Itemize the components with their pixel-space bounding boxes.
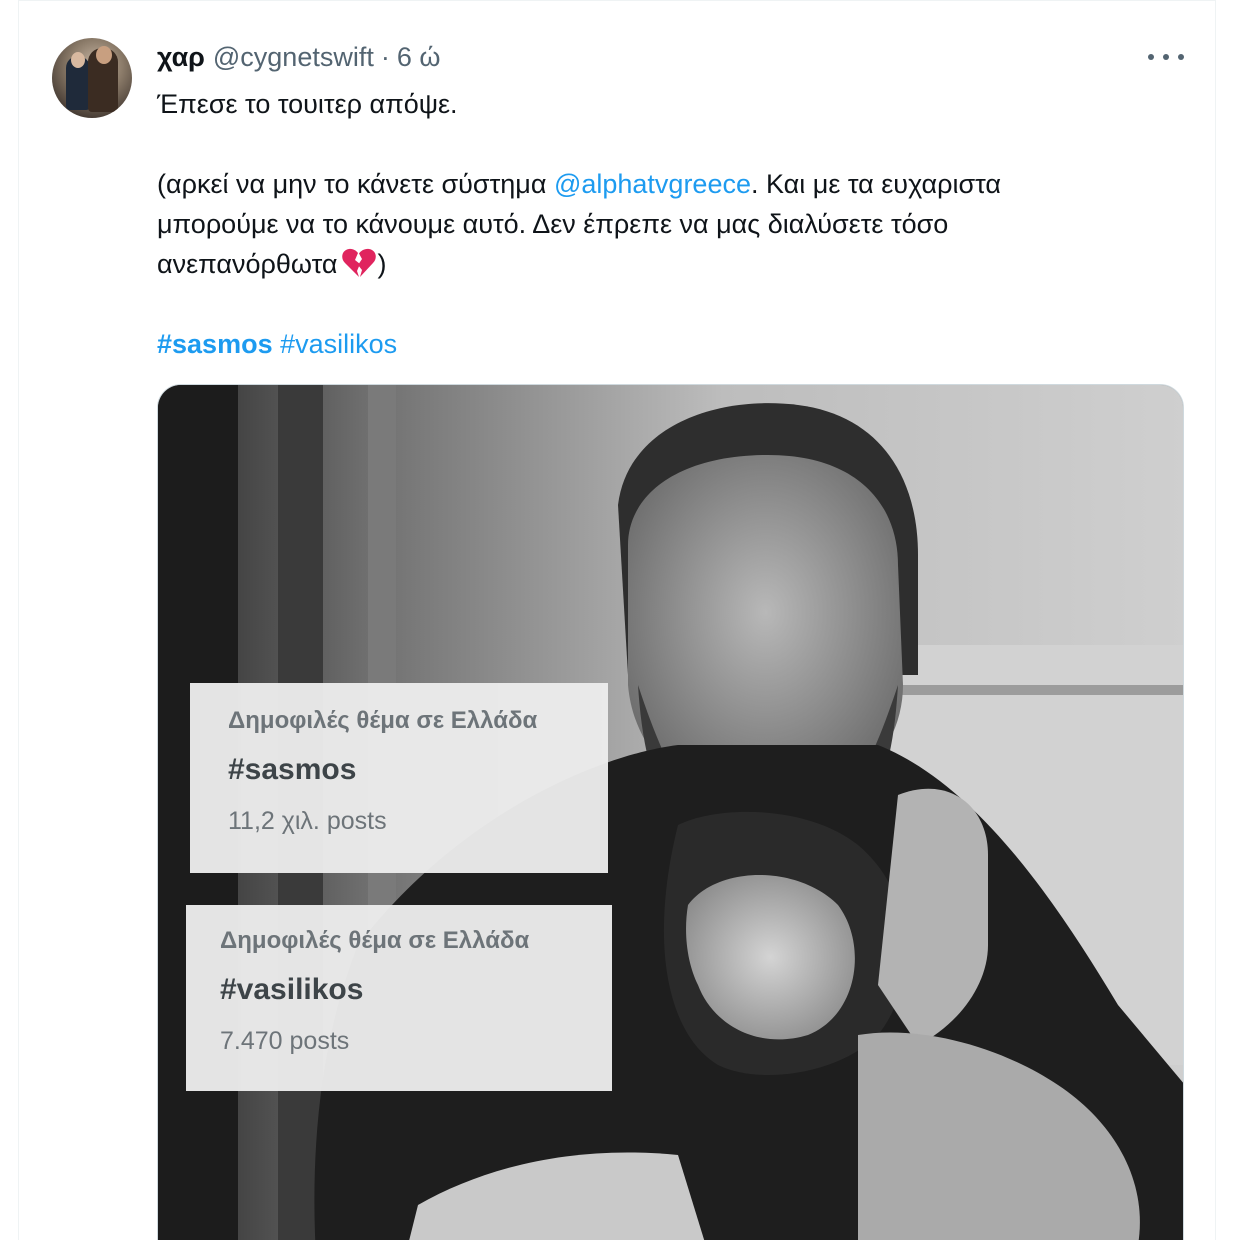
more-dots-icon[interactable] (1148, 42, 1184, 72)
author-name[interactable]: χαρ (157, 42, 205, 73)
page: χαρ @cygnetswift · 6 ώ Έπεσε το τουιτερ … (0, 0, 1242, 1240)
tweet-text-segment: . Και με τα ευχαριστα (750, 169, 1002, 199)
tweet-line: (αρκεί να μην το κάνετε σύστημα @alphatv… (157, 164, 1147, 204)
tweet-line: Έπεσε το τουιτερ απόψε. (157, 89, 458, 119)
trend-card: Δημοφιλές θέμα σε Ελλάδα #sasmos 11,2 χι… (190, 683, 608, 873)
trend-post-count: 11,2 χιλ. posts (228, 807, 387, 835)
tweet-header: χαρ @cygnetswift · 6 ώ (157, 40, 440, 74)
tweet-line: μπορούμε να το κάνουμε αυτό. Δεν έπρεπε … (157, 209, 949, 239)
trend-hashtag: #vasilikos (220, 973, 364, 1006)
timestamp[interactable]: 6 ώ (397, 42, 441, 73)
hashtag-link[interactable]: #vasilikos (280, 329, 397, 359)
hashtag-link[interactable]: #sasmos (157, 329, 273, 359)
tweet-media-image[interactable]: Δημοφιλές θέμα σε Ελλάδα #sasmos 11,2 χι… (157, 384, 1184, 1240)
author-handle[interactable]: @cygnetswift (213, 42, 374, 73)
tweet-text: Έπεσε το τουιτερ απόψε. (αρκεί να μην το… (157, 84, 1147, 364)
tweet-line: ανεπανόρθωτα ) (157, 244, 1147, 284)
tweet-text-segment: ) (377, 249, 387, 279)
trend-post-count: 7.470 posts (220, 1027, 350, 1055)
hashtags-line: #sasmos #vasilikos (157, 324, 1147, 364)
trend-label: Δημοφιλές θέμα σε Ελλάδα (228, 707, 538, 734)
trend-card: Δημοφιλές θέμα σε Ελλάδα #vasilikos 7.47… (186, 905, 612, 1091)
trend-hashtag: #sasmos (228, 753, 357, 786)
broken-heart-icon (342, 248, 377, 277)
trend-label: Δημοφιλές θέμα σε Ελλάδα (220, 927, 530, 954)
avatar[interactable] (52, 38, 132, 118)
mention-link[interactable]: @alphatvgreece (554, 169, 751, 199)
tweet-text-segment: (αρκεί να μην το κάνετε σύστημα (157, 169, 554, 199)
tweet-text-segment: ανεπανόρθωτα (157, 249, 338, 279)
separator-dot: · (380, 41, 390, 72)
